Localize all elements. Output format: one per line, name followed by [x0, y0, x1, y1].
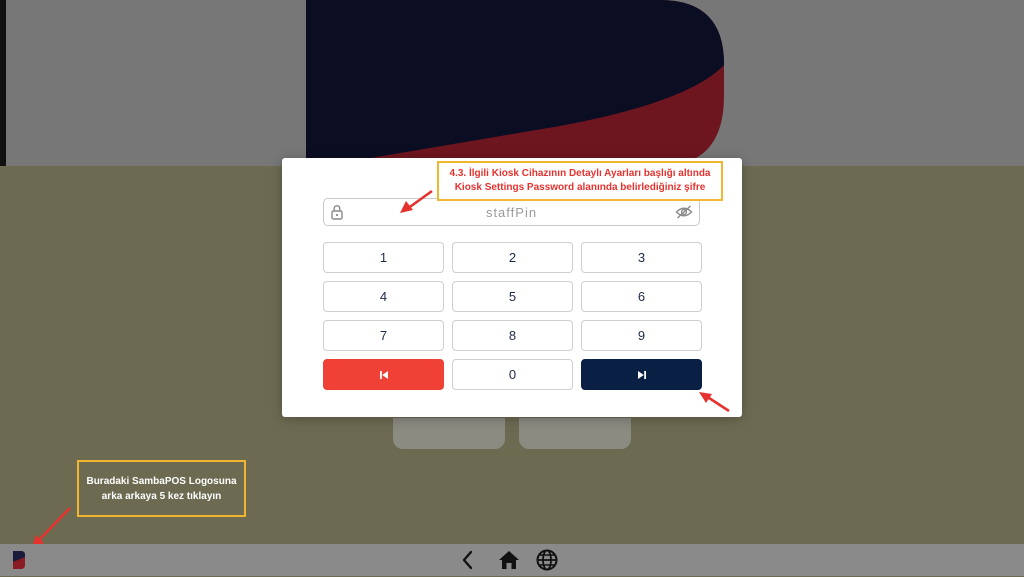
sambapos-large-logo	[306, 0, 724, 166]
back-button[interactable]	[323, 359, 444, 390]
staff-pin-placeholder: staffPin	[485, 205, 538, 220]
chevron-left-icon[interactable]	[458, 549, 478, 576]
key-3[interactable]: 3	[581, 242, 702, 273]
annotation-password-line1: 4.3. İlgili Kiosk Cihazının Detaylı Ayar…	[449, 168, 711, 179]
eye-off-icon[interactable]	[675, 204, 693, 225]
key-8[interactable]: 8	[452, 320, 573, 351]
key-4[interactable]: 4	[323, 281, 444, 312]
background-tile-2	[519, 418, 631, 449]
skip-back-icon	[379, 370, 388, 379]
key-9[interactable]: 9	[581, 320, 702, 351]
key-6[interactable]: 6	[581, 281, 702, 312]
sambapos-logo-icon[interactable]	[12, 551, 26, 574]
arrow-to-logo	[32, 507, 71, 547]
annotation-password-line2: Kiosk Settings Password alanında belirle…	[454, 182, 706, 193]
background-tile-1	[393, 418, 505, 449]
annotation-logo-line1: Buradaki SambaPOS Logosuna	[86, 476, 237, 487]
next-button[interactable]	[581, 359, 702, 390]
home-icon[interactable]	[497, 549, 521, 576]
globe-icon[interactable]	[535, 548, 559, 577]
annotation-password-note: 4.3. İlgili Kiosk Cihazının Detaylı Ayar…	[437, 161, 723, 201]
annotation-logo-note: Buradaki SambaPOS Logosuna arka arkaya 5…	[77, 460, 246, 517]
staff-pin-input[interactable]: staffPin	[323, 198, 700, 226]
key-5[interactable]: 5	[452, 281, 573, 312]
key-7[interactable]: 7	[323, 320, 444, 351]
numeric-keypad: 1 2 3 4 5 6 7 8 9 0	[323, 242, 702, 390]
key-0[interactable]: 0	[452, 359, 573, 390]
key-1[interactable]: 1	[323, 242, 444, 273]
bottom-navigation-bar	[0, 544, 1024, 576]
annotation-logo-line2: arka arkaya 5 kez tıklayın	[101, 491, 222, 502]
skip-forward-icon	[637, 370, 646, 379]
key-2[interactable]: 2	[452, 242, 573, 273]
